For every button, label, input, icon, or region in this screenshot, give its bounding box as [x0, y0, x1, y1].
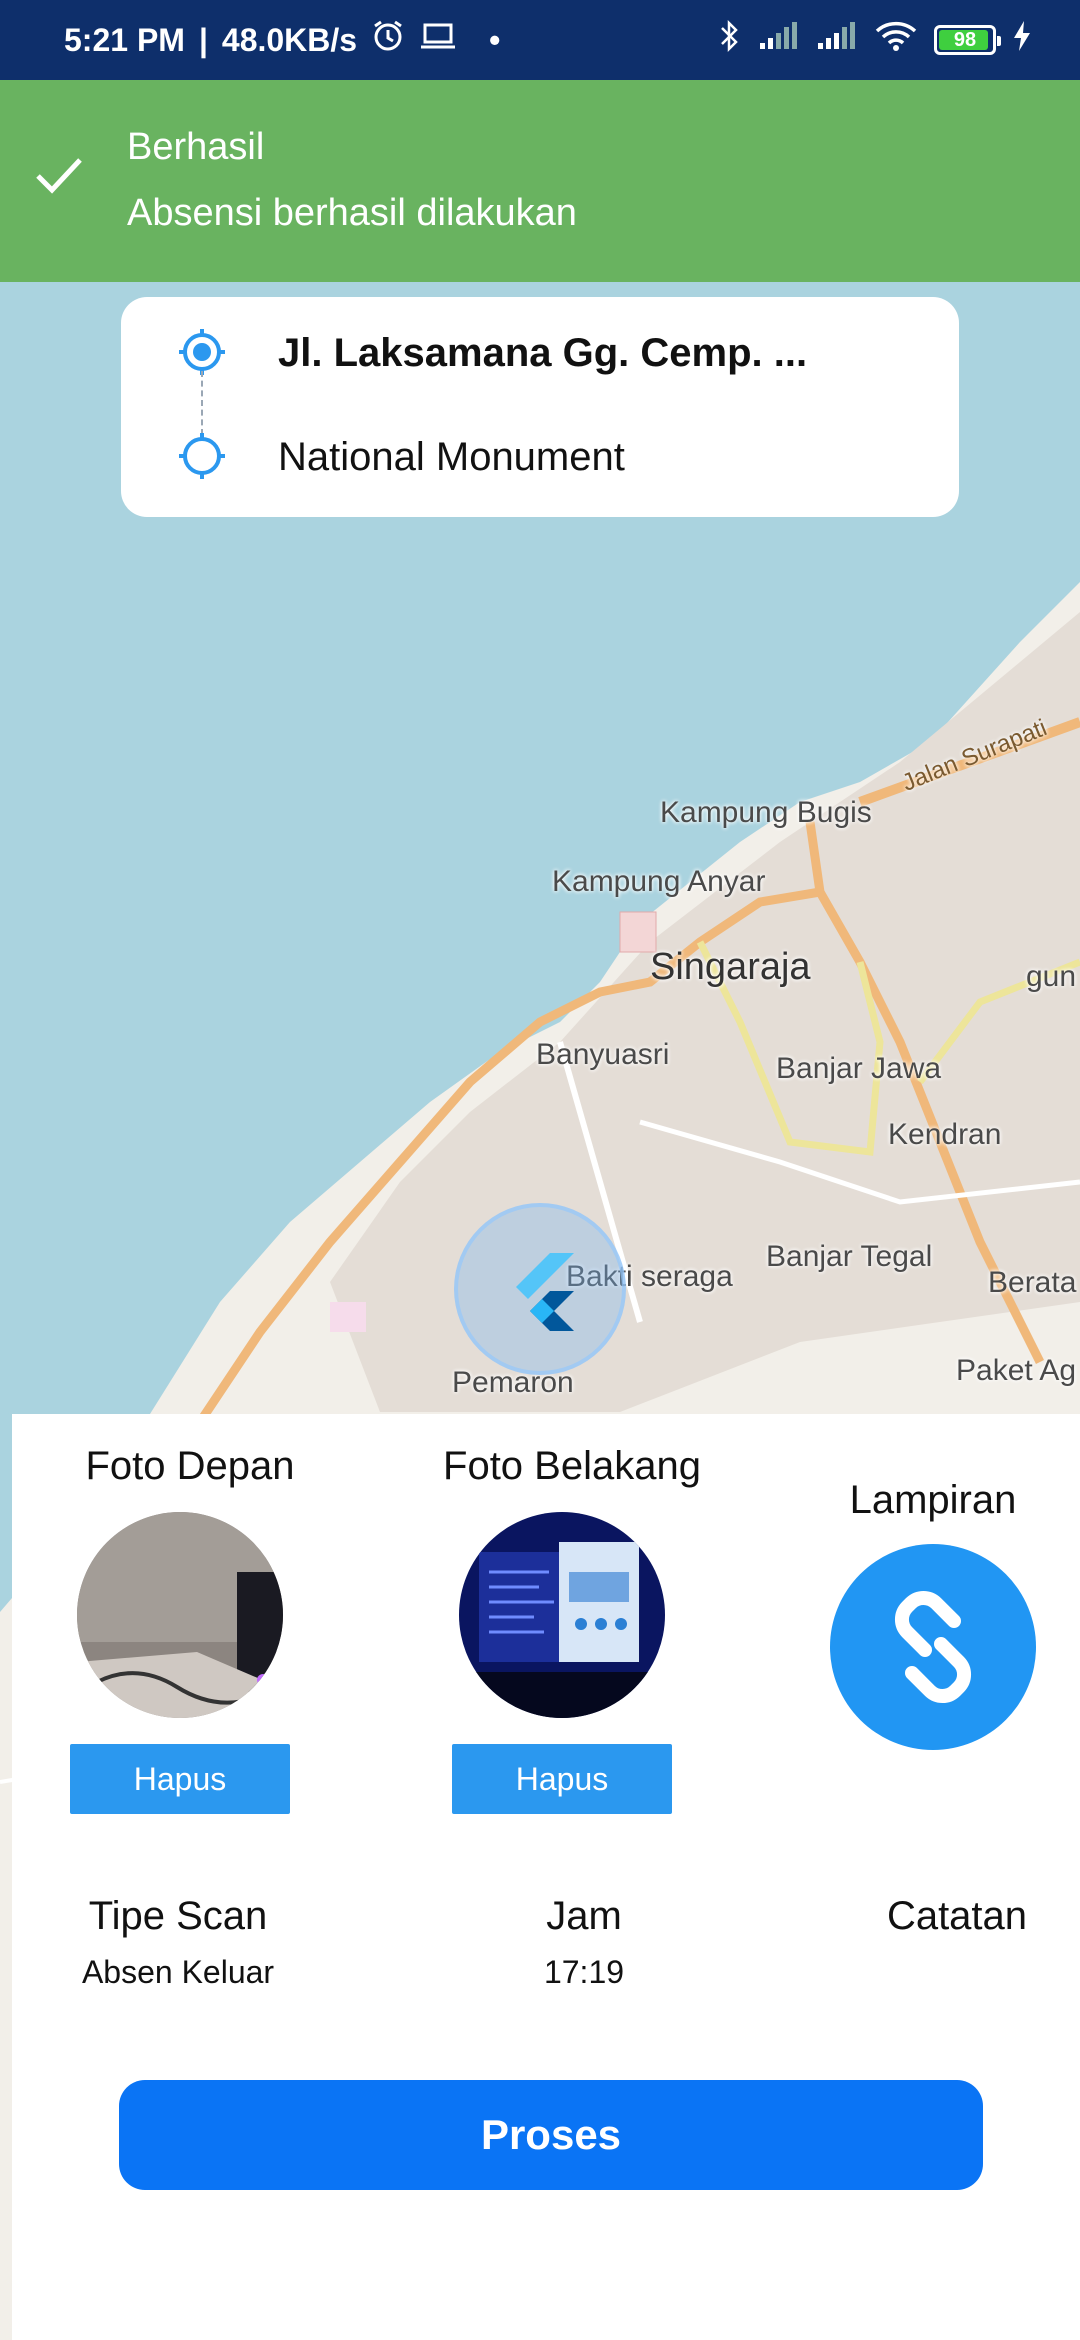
alarm-icon [371, 19, 405, 61]
network-speed: 48.0KB/s [221, 21, 358, 58]
map-label: Banjar Jawa [776, 1052, 942, 1085]
map-label: Banjar Tegal [766, 1240, 933, 1273]
check-icon [34, 156, 84, 201]
front-photo-title: Foto Depan [85, 1444, 295, 1488]
back-photo-title: Foto Belakang [443, 1444, 701, 1488]
map-label: Kampung Anyar [552, 865, 766, 898]
status-right: 98 [718, 18, 1032, 62]
process-button[interactable]: Proses [119, 2080, 983, 2190]
charging-icon [1012, 20, 1032, 60]
front-photo[interactable] [77, 1512, 283, 1718]
note-label: Catatan [886, 1894, 1028, 1938]
attendance-panel: Foto Depan Foto Belakang Lampiran Hapus … [12, 1414, 1080, 2340]
map-label: Singaraja [650, 946, 811, 988]
delete-front-photo-button[interactable]: Hapus [70, 1744, 290, 1814]
scan-type-value: Absen Keluar [81, 1954, 275, 1990]
signal-icon-2 [816, 21, 858, 59]
status-bar: 5:21 PM | 48.0KB/s • 98 [0, 0, 1080, 80]
attachment-title: Lampiran [849, 1478, 1017, 1522]
route-connector [201, 371, 203, 435]
current-location-marker[interactable] [454, 1203, 626, 1375]
attachment-button[interactable] [830, 1544, 1036, 1750]
success-toast[interactable]: Berhasil Absensi berhasil dilakukan [0, 80, 1080, 282]
wifi-icon [874, 19, 918, 61]
destination-address: National Monument [278, 435, 625, 479]
status-left: 5:21 PM | 48.0KB/s • [64, 19, 500, 61]
map-label: Kampung Bugis [660, 796, 872, 829]
laptop-icon [419, 21, 457, 59]
time-value: 17:19 [543, 1954, 625, 1990]
link-icon [894, 1590, 972, 1704]
toast-message: Absensi berhasil dilakukan [127, 192, 577, 234]
route-card[interactable]: Jl. Laksamana Gg. Cemp. ... National Mon… [121, 297, 959, 517]
delete-back-photo-button[interactable]: Hapus [452, 1744, 672, 1814]
dot-icon: • [489, 21, 501, 58]
status-time: 5:21 PM [64, 21, 185, 58]
toast-title: Berhasil [127, 126, 265, 168]
signal-icon [758, 21, 800, 59]
map-label: Berata [988, 1266, 1077, 1299]
time-label: Jam [546, 1894, 622, 1938]
map-label: Banyuasri [536, 1038, 670, 1071]
map-label: gun [1026, 960, 1077, 993]
map-label: Kendran [888, 1118, 1002, 1151]
origin-address: Jl. Laksamana Gg. Cemp. ... [278, 331, 808, 375]
back-photo[interactable] [459, 1512, 665, 1718]
bluetooth-icon [718, 18, 742, 62]
flutter-logo-icon [516, 1253, 574, 1331]
map-label: Paket Ag [956, 1354, 1077, 1387]
scan-type-label: Tipe Scan [88, 1894, 268, 1938]
destination-location-icon [177, 431, 227, 485]
battery-icon: 98 [934, 25, 1001, 55]
battery-level: 98 [953, 28, 977, 51]
